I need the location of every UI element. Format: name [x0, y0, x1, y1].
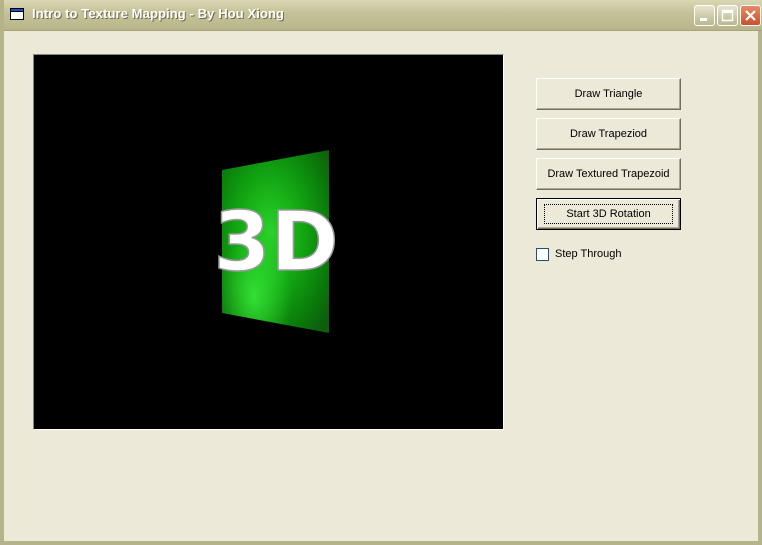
draw-trapezoid-button[interactable]: Draw Trapeziod [536, 118, 681, 150]
minimize-button[interactable] [694, 5, 715, 26]
textured-trapezoid: 3D [213, 150, 339, 333]
app-window-icon [10, 8, 24, 20]
draw-trapezoid-label: Draw Trapeziod [569, 128, 648, 140]
app-window: Intro to Texture Mapping - By Hou Xiong [0, 0, 762, 545]
start-3d-rotation-button[interactable]: Start 3D Rotation [536, 198, 681, 230]
minimize-icon [700, 18, 707, 21]
maximize-icon [721, 9, 734, 22]
step-through-checkbox[interactable] [536, 247, 549, 261]
texture-label: 3D [213, 195, 338, 290]
maximize-button[interactable] [717, 5, 738, 26]
close-button[interactable] [740, 5, 761, 26]
draw-triangle-label: Draw Triangle [574, 88, 643, 100]
step-through-option[interactable]: Step Through [536, 247, 621, 261]
draw-triangle-button[interactable]: Draw Triangle [536, 78, 681, 110]
close-icon [745, 10, 756, 21]
step-through-label[interactable]: Step Through [555, 248, 621, 260]
draw-textured-trapezoid-label: Draw Textured Trapezoid [547, 168, 670, 180]
start-3d-rotation-label: Start 3D Rotation [544, 204, 673, 224]
draw-textured-trapezoid-button[interactable]: Draw Textured Trapezoid [536, 158, 681, 190]
title-bar[interactable]: Intro to Texture Mapping - By Hou Xiong [4, 0, 762, 31]
render-viewport[interactable]: 3D [33, 54, 504, 430]
window-title: Intro to Texture Mapping - By Hou Xiong [32, 6, 285, 21]
